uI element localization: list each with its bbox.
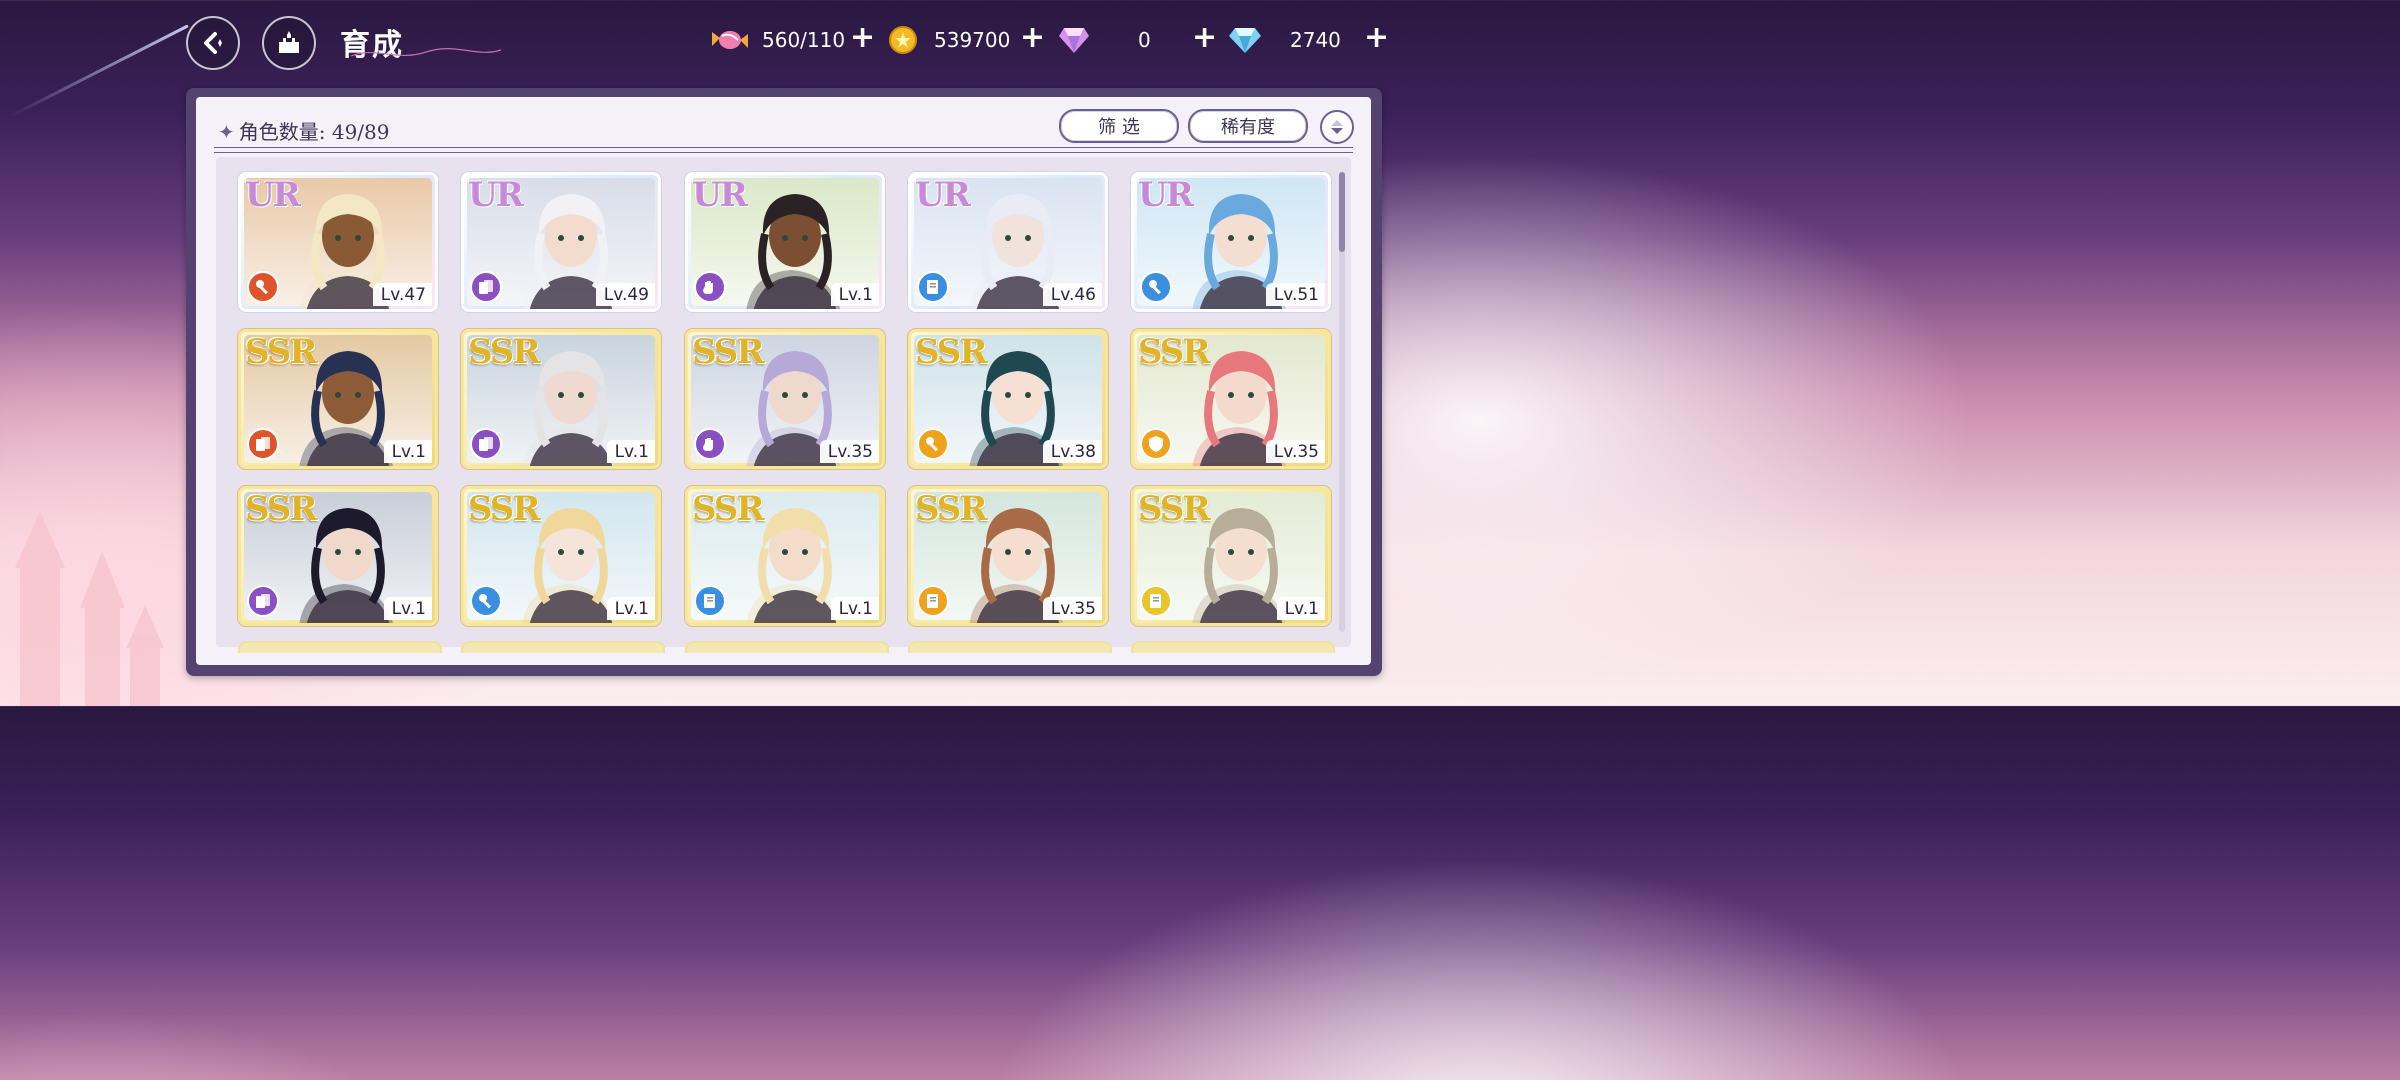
level-label: Lv.1 <box>830 283 879 306</box>
level-label: Lv.51 <box>1265 283 1325 306</box>
glove-icon <box>694 428 726 460</box>
pink-gem-icon <box>1059 28 1089 53</box>
pink-gem-currency: 0 + <box>1058 23 1228 56</box>
card-peek <box>461 641 665 653</box>
character-card[interactable]: SSR Lv.1 <box>461 329 661 469</box>
rarity-badge: UR <box>245 175 301 215</box>
character-count: ✦ 角色数量: 49/89 <box>218 120 390 144</box>
card-peek <box>685 641 889 653</box>
character-card[interactable]: UR Lv.46 <box>908 172 1108 312</box>
level-label: Lv.47 <box>372 283 432 306</box>
header-divider <box>214 147 1353 153</box>
gold-coin-icon <box>889 26 917 54</box>
character-card[interactable]: SSR Lv.35 <box>685 329 885 469</box>
rarity-badge: SSR <box>1138 489 1211 529</box>
character-card[interactable]: SSR Lv.1 <box>685 486 885 626</box>
level-label: Lv.1 <box>606 597 655 620</box>
cards-icon <box>470 271 502 303</box>
rarity-badge: SSR <box>1138 332 1211 372</box>
key-icon <box>1140 271 1172 303</box>
blue-diamond-icon <box>1229 28 1261 53</box>
book-icon <box>1140 585 1172 617</box>
key-icon <box>917 428 949 460</box>
level-label: Lv.1 <box>383 597 432 620</box>
character-card[interactable]: UR Lv.47 <box>238 172 438 312</box>
character-card[interactable]: SSR Lv.38 <box>908 329 1108 469</box>
back-button[interactable] <box>186 16 240 70</box>
key-icon <box>247 271 279 303</box>
character-card[interactable]: UR Lv.51 <box>1131 172 1331 312</box>
rarity-sort-button[interactable]: 稀有度 <box>1188 109 1308 143</box>
character-card[interactable]: SSR Lv.1 <box>238 329 438 469</box>
level-label: Lv.38 <box>1042 440 1102 463</box>
rarity-badge: UR <box>915 175 971 215</box>
sort-order-button[interactable] <box>1320 110 1354 144</box>
card-peek <box>238 641 442 653</box>
rarity-badge: UR <box>692 175 748 215</box>
level-label: Lv.35 <box>819 440 879 463</box>
rarity-badge: SSR <box>468 489 541 529</box>
back-arrow-icon <box>204 32 222 54</box>
level-label: Lv.1 <box>383 440 432 463</box>
character-card[interactable]: SSR Lv.35 <box>1131 329 1331 469</box>
castle-home-icon <box>279 31 299 53</box>
character-card[interactable]: SSR Lv.35 <box>908 486 1108 626</box>
character-card[interactable]: SSR Lv.1 <box>238 486 438 626</box>
scrollbar-thumb[interactable] <box>1339 172 1345 252</box>
key-icon <box>470 585 502 617</box>
candy-icon <box>712 31 748 49</box>
level-label: Lv.35 <box>1042 597 1102 620</box>
diamond-value: 2740 <box>1290 28 1341 52</box>
card-peek <box>908 641 1112 653</box>
rarity-badge: SSR <box>915 332 988 372</box>
rarity-badge: SSR <box>245 332 318 372</box>
pink-gem-value: 0 <box>1138 28 1151 52</box>
character-card[interactable]: SSR Lv.1 <box>1131 486 1331 626</box>
book-icon <box>917 585 949 617</box>
card-peek <box>1131 641 1335 653</box>
level-label: Lv.1 <box>606 440 655 463</box>
rarity-badge: SSR <box>468 332 541 372</box>
sparkle-icon: ✦ <box>218 120 235 144</box>
level-label: Lv.1 <box>1276 597 1325 620</box>
gold-currency: 539700 + <box>888 23 1058 56</box>
candy-value: 560/110 <box>762 28 846 52</box>
level-label: Lv.46 <box>1042 283 1102 306</box>
castle-decoration <box>15 511 164 706</box>
character-card[interactable]: UR Lv.1 <box>685 172 885 312</box>
add-diamond-button[interactable]: + <box>1364 23 1389 53</box>
add-gold-button[interactable]: + <box>1020 23 1045 53</box>
home-button[interactable] <box>262 16 316 70</box>
diamond-currency: 2740 + <box>1228 23 1398 56</box>
filter-button[interactable]: 筛 选 <box>1059 109 1179 143</box>
rarity-badge: SSR <box>692 332 765 372</box>
sort-arrows-icon <box>1331 120 1343 134</box>
shooting-star-decoration <box>9 24 189 118</box>
add-pink-gem-button[interactable]: + <box>1192 23 1217 53</box>
rarity-badge: UR <box>468 175 524 215</box>
book-icon <box>694 585 726 617</box>
add-candy-button[interactable]: + <box>850 23 875 53</box>
shield-icon <box>1140 428 1172 460</box>
title-flourish-decoration <box>350 48 502 57</box>
character-card[interactable]: UR Lv.49 <box>461 172 661 312</box>
candy-currency: 560/110 + <box>710 23 880 56</box>
rarity-badge: UR <box>1138 175 1194 215</box>
level-label: Lv.49 <box>595 283 655 306</box>
book-icon <box>917 271 949 303</box>
cards-icon <box>470 428 502 460</box>
rarity-badge: SSR <box>692 489 765 529</box>
rarity-badge: SSR <box>915 489 988 529</box>
rarity-badge: SSR <box>245 489 318 529</box>
level-label: Lv.1 <box>830 597 879 620</box>
gold-value: 539700 <box>934 28 1011 52</box>
glove-icon <box>694 271 726 303</box>
cards-icon <box>247 585 279 617</box>
character-card[interactable]: SSR Lv.1 <box>461 486 661 626</box>
cards-icon <box>247 428 279 460</box>
level-label: Lv.35 <box>1265 440 1325 463</box>
